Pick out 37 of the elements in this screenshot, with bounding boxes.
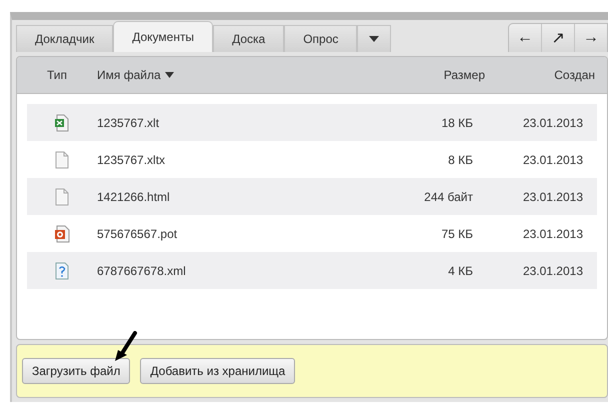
table-cell-text: 23.01.2013 [522, 152, 584, 166]
column-header[interactable]: Создан [497, 68, 607, 82]
tab[interactable]: Документы [113, 21, 214, 52]
unknown-file-icon [55, 262, 69, 280]
column-header[interactable]: Размер [377, 68, 497, 82]
nav-button[interactable]: → [574, 24, 607, 52]
tab[interactable]: Докладчик [16, 25, 114, 52]
table-cell-text: 244 байт [423, 190, 474, 204]
table-cell-text: 18 КБ [440, 116, 474, 130]
file-name[interactable]: 6787667678.xml [97, 264, 367, 278]
column-header[interactable]: Имя файла [97, 68, 377, 82]
table-cell-text: 8 КБ [447, 152, 474, 166]
tab[interactable]: Опрос [284, 25, 358, 52]
nav-button[interactable]: ← [509, 24, 541, 52]
table-cell-text: 23.01.2013 [522, 116, 584, 130]
spreadsheet-file-icon [54, 114, 70, 132]
action-button[interactable]: Загрузить файл [22, 358, 130, 384]
nav-button[interactable]: ↗ [541, 24, 574, 52]
table-cell-text: 23.01.2013 [522, 226, 584, 240]
file-name[interactable]: 1421266.html [97, 190, 367, 204]
file-name[interactable]: 575676567.pot [97, 226, 367, 240]
tab-dropdown[interactable] [357, 25, 392, 52]
table-cell-text: 23.01.2013 [522, 190, 584, 204]
file-name[interactable]: 1235767.xlt [97, 116, 367, 130]
table-cell-text: 75 КБ [440, 226, 474, 240]
caret-icon [369, 36, 380, 42]
table-cell-text: 23.01.2013 [522, 264, 584, 278]
presentation-file-icon [54, 224, 70, 242]
table-cell-text: 4 КБ [447, 264, 474, 278]
blank-file-icon [55, 150, 69, 168]
file-name[interactable]: 1235767.xltx [97, 152, 367, 166]
sort-caret-icon [164, 72, 174, 78]
action-button[interactable]: Добавить из хранилища [140, 358, 296, 384]
column-header[interactable]: Тип [17, 68, 97, 82]
tab[interactable]: Доска [213, 25, 284, 52]
pointer-arrow-icon [113, 331, 139, 363]
blank-file-icon [55, 188, 69, 206]
